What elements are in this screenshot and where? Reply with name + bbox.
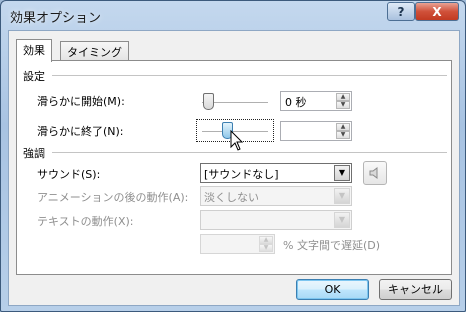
after-animation-value: 淡くしない [204,191,259,204]
start-smoothly-spinbox[interactable]: 0 秒 ▲ ▼ [280,91,352,111]
help-button[interactable]: ? [387,2,415,21]
sound-button[interactable] [363,161,387,185]
after-animation-label: アニメーションの後の動作(A): [37,191,189,204]
letter-delay-label: % 文字間で遅延(D) [283,239,381,252]
start-smoothly-value: 0 秒 [285,96,307,109]
spin-up-icon[interactable]: ▲ [259,236,273,244]
settings-divider [52,75,447,76]
title-bar[interactable]: 効果オプション ? X [1,1,465,31]
ok-button[interactable]: OK [296,279,369,300]
start-smoothly-label: 滑らかに開始(M): [37,95,125,108]
settings-section-label: 設定 [23,70,45,83]
spin-down-icon[interactable]: ▼ [336,101,350,109]
tab-panel-effect: 設定 滑らかに開始(M): 0 秒 ▲ ▼ 滑らかに終了(N): ▲ ▼ 強調 … [16,60,452,275]
sound-label: サウンド(S): [37,168,101,181]
dropdown-arrow-icon[interactable]: ▼ [334,212,350,228]
after-animation-combobox[interactable]: 淡くしない ▼ [200,186,352,206]
dialog-client-area: 効果 タイミング 設定 滑らかに開始(M): 0 秒 ▲ ▼ 滑らかに終了(N)… [8,30,460,306]
end-smoothly-label: 滑らかに終了(N): [37,125,124,138]
spin-down-icon[interactable]: ▼ [336,131,350,139]
close-button[interactable]: X [415,2,459,21]
sound-combobox[interactable]: [サウンドなし] ▼ [200,163,352,183]
mouse-pointer-icon [230,130,244,151]
sound-value: [サウンドなし] [204,168,279,181]
effect-options-dialog: 効果オプション ? X 効果 タイミング 設定 滑らかに開始(M): 0 秒 ▲… [0,0,466,312]
spin-up-icon[interactable]: ▲ [336,123,350,131]
cancel-button[interactable]: キャンセル [379,279,452,300]
window-title: 効果オプション [10,11,102,26]
dropdown-arrow-icon[interactable]: ▼ [334,188,350,204]
tab-effect[interactable]: 効果 [16,39,52,62]
spin-down-icon[interactable]: ▼ [259,244,273,252]
speaker-icon [369,167,378,179]
spin-up-icon[interactable]: ▲ [336,93,350,101]
end-smoothly-spinbox[interactable]: ▲ ▼ [280,121,352,141]
enhancements-divider [52,152,447,153]
enhancements-section-label: 強調 [23,147,45,160]
dropdown-arrow-icon[interactable]: ▼ [334,165,350,181]
start-smoothly-slider[interactable] [203,93,214,110]
animate-text-label: テキストの動作(X): [37,215,134,228]
animate-text-combobox[interactable]: ▼ [200,210,352,230]
tab-timing[interactable]: タイミング [60,41,129,61]
letter-delay-spinbox[interactable]: ▲ ▼ [200,234,275,254]
